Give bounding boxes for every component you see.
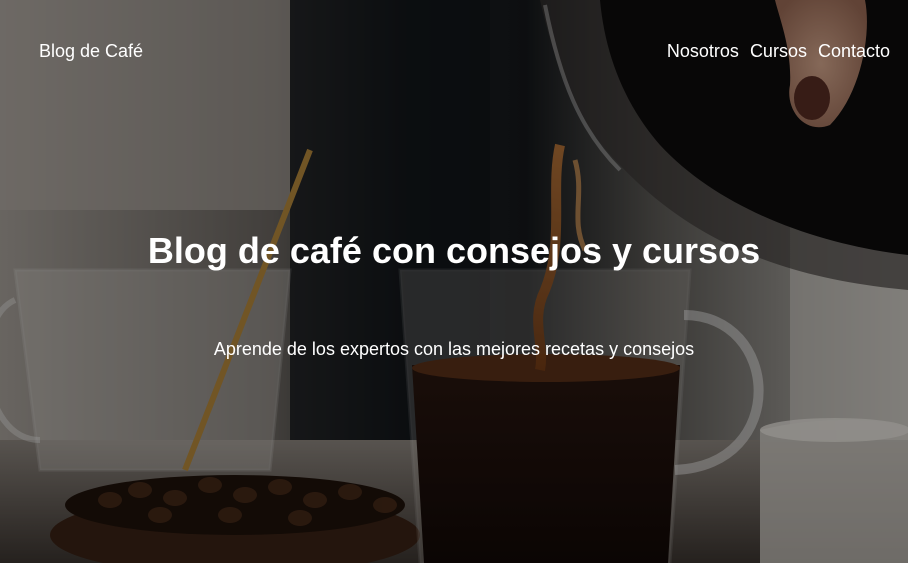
nav-link-nosotros[interactable]: Nosotros — [667, 38, 739, 64]
nav-link-cursos[interactable]: Cursos — [750, 38, 807, 64]
hero-dark-overlay — [0, 0, 908, 563]
top-navigation: Blog de Café Nosotros Cursos Contacto — [39, 38, 890, 64]
site-brand-link[interactable]: Blog de Café — [39, 38, 143, 64]
main-menu: Nosotros Cursos Contacto — [667, 38, 890, 64]
hero-section: Blog de Café Nosotros Cursos Contacto Bl… — [0, 0, 908, 563]
hero-subtitle: Aprende de los expertos con las mejores … — [213, 339, 695, 359]
hero-title: Blog de café con consejos y cursos — [147, 230, 761, 271]
nav-link-contacto[interactable]: Contacto — [818, 38, 890, 64]
